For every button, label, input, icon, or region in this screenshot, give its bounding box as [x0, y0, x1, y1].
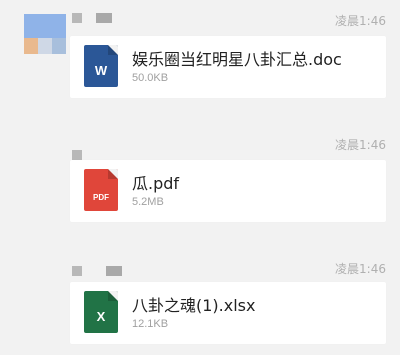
file-icon-label: W — [94, 63, 108, 78]
file-card[interactable]: PDF 瓜.pdf 5.2MB — [70, 160, 386, 222]
avatar-image — [24, 38, 38, 54]
file-name: 八卦之魂(1).xlsx — [132, 296, 256, 315]
word-document-icon: W — [84, 45, 118, 87]
file-icon-label: X — [96, 309, 106, 324]
message-time: 凌晨1:46 — [335, 14, 386, 28]
avatar[interactable] — [24, 14, 66, 54]
message-time: 凌晨1:46 — [335, 262, 386, 276]
excel-document-icon: X — [84, 291, 118, 333]
message-time: 凌晨1:46 — [335, 138, 386, 152]
file-name: 瓜.pdf — [132, 174, 180, 193]
file-size: 5.2MB — [132, 196, 164, 208]
file-card[interactable]: W 娱乐圈当红明星八卦汇总.doc 50.0KB — [70, 36, 386, 98]
file-size: 12.1KB — [132, 318, 169, 330]
avatar-image — [24, 14, 66, 38]
file-name: 娱乐圈当红明星八卦汇总.doc — [132, 50, 342, 69]
pdf-document-icon: PDF — [84, 169, 118, 211]
file-icon-label: PDF — [93, 193, 109, 202]
file-size: 50.0KB — [132, 72, 169, 84]
avatar-image — [38, 38, 52, 54]
sender-name-redacted — [72, 13, 112, 23]
avatar-image — [52, 38, 66, 54]
file-card[interactable]: X 八卦之魂(1).xlsx 12.1KB — [70, 282, 386, 344]
sender-name-redacted — [72, 150, 84, 160]
sender-name-redacted — [72, 266, 122, 276]
